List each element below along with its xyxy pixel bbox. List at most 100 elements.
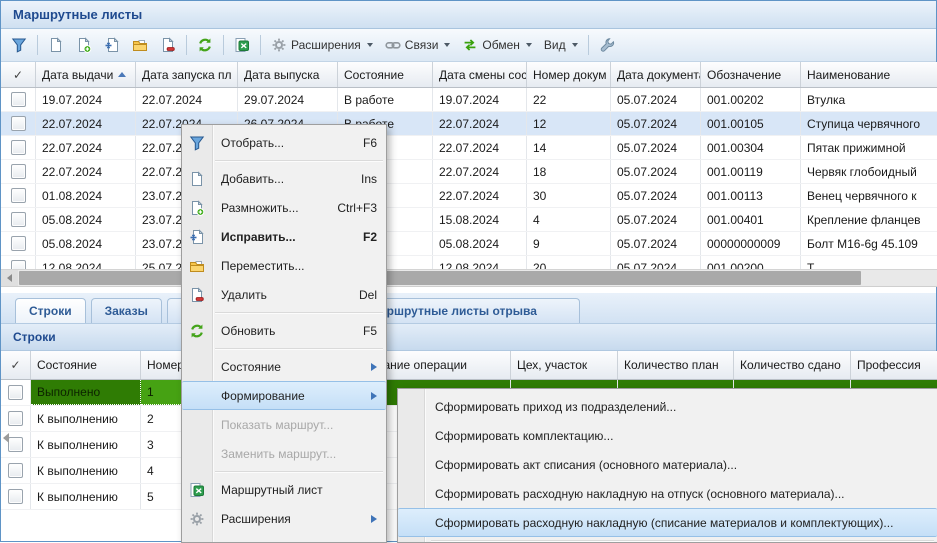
table-row[interactable]: 05.08.202423.07.202415.08.2024405.07.202… (1, 208, 937, 232)
column-header[interactable]: Профессия (851, 351, 937, 379)
column-header[interactable]: Номер докум (527, 62, 611, 87)
row-checkbox-cell[interactable] (1, 380, 31, 405)
row-checkbox[interactable] (11, 236, 26, 251)
menu-item-расширения[interactable]: Расширения (182, 504, 386, 533)
row-checkbox-cell[interactable] (1, 112, 36, 135)
tab-2[interactable]: Заказы (91, 298, 162, 323)
table-row[interactable]: 22.07.202422.07.202426.07.2024В работе22… (1, 112, 937, 136)
row-checkbox[interactable] (11, 212, 26, 227)
row-checkbox[interactable] (8, 385, 23, 400)
row-checkbox[interactable] (11, 92, 26, 107)
row-checkbox-cell[interactable] (1, 160, 36, 183)
column-header[interactable]: Дата выдачи (36, 62, 136, 87)
toolbar-button-delete-doc[interactable] (155, 34, 181, 56)
toolbar-button-вид[interactable]: Вид (539, 35, 583, 55)
menu-separator (215, 471, 383, 472)
state-cell: К выполнению (31, 484, 141, 509)
formirovanie-submenu: Сформировать приход из подразделений...С… (397, 388, 937, 543)
tab-4[interactable]: Маршрутные листы отрыва (356, 298, 580, 323)
row-checkbox-cell[interactable] (1, 256, 36, 269)
menu-item-маршрутный-лист[interactable]: Маршрутный лист (182, 475, 386, 504)
toolbar-button-edit-doc[interactable] (99, 34, 125, 56)
submenu-item[interactable]: Сформировать расходную накладную (списан… (398, 508, 937, 537)
row-checkbox-cell[interactable] (1, 232, 36, 255)
column-header[interactable]: Дата выпуска (238, 62, 338, 87)
menu-item-переместить[interactable]: Переместить... (182, 251, 386, 280)
table-cell: 12 (527, 112, 611, 135)
column-header[interactable]: Дата запуска пл (136, 62, 238, 87)
row-checkbox[interactable] (11, 116, 26, 131)
column-header[interactable]: Обозначение (701, 62, 801, 87)
scroll-left-arrow[interactable] (3, 433, 9, 443)
row-checkbox-cell[interactable] (1, 184, 36, 207)
column-header[interactable]: Цех, участок (511, 351, 618, 379)
column-header[interactable]: Состояние (338, 62, 433, 87)
column-header[interactable]: Дата документа (611, 62, 701, 87)
menu-item-обновить[interactable]: ОбновитьF5 (182, 316, 386, 345)
table-cell: 18 (527, 160, 611, 183)
menu-item-отобрать[interactable]: Отобрать...F6 (182, 128, 386, 157)
row-checkbox-cell[interactable] (1, 406, 31, 431)
scrollbar-thumb[interactable] (19, 271, 861, 285)
row-checkbox[interactable] (11, 164, 26, 179)
table-row[interactable]: 01.08.202423.07.202422.07.20243005.07.20… (1, 184, 937, 208)
submenu-item[interactable]: Сформировать расходную накладную на отпу… (398, 479, 937, 508)
table-cell: Пятак прижимной (801, 136, 937, 159)
toolbar-button-обмен[interactable]: Обмен (457, 34, 537, 56)
row-checkbox[interactable] (8, 437, 23, 452)
column-header[interactable]: ✓ (1, 351, 31, 379)
row-checkbox[interactable] (8, 411, 23, 426)
row-checkbox[interactable] (8, 489, 23, 504)
row-checkbox-cell[interactable] (1, 136, 36, 159)
table-cell: 05.07.2024 (611, 256, 701, 269)
table-cell: 05.08.2024 (36, 208, 136, 231)
column-header[interactable]: Количество сдано (734, 351, 851, 379)
tab-label: Заказы (105, 304, 148, 318)
excel-icon (234, 37, 250, 53)
toolbar-button-связи[interactable]: Связи (380, 34, 456, 56)
table-row[interactable]: 12.08.202425.07.202412.08.20242005.07.20… (1, 256, 937, 269)
column-header[interactable]: ✓ (1, 62, 36, 87)
toolbar-button-расширения[interactable]: Расширения (266, 34, 378, 56)
table-row[interactable]: 05.08.202423.07.202405.08.2024905.07.202… (1, 232, 937, 256)
menu-item-размножить[interactable]: Размножить...Ctrl+F3 (182, 193, 386, 222)
toolbar-button-filter[interactable] (6, 34, 32, 56)
menu-item-удалить[interactable]: УдалитьDel (182, 280, 386, 309)
column-header[interactable]: Дата смены сос (433, 62, 527, 87)
row-checkbox[interactable] (8, 463, 23, 478)
table-row[interactable]: 22.07.202422.07.202422.07.20241405.07.20… (1, 136, 937, 160)
row-checkbox[interactable] (11, 188, 26, 203)
menu-item-состояние[interactable]: Состояние (182, 352, 386, 381)
toolbar-button-duplicate-doc[interactable] (71, 34, 97, 56)
row-checkbox[interactable] (11, 140, 26, 155)
menu-item-label: Обновить (221, 324, 275, 338)
toolbar-button-excel[interactable] (229, 34, 255, 56)
horizontal-scrollbar[interactable] (1, 269, 937, 287)
column-header[interactable]: Количество план (618, 351, 734, 379)
toolbar-button-wrench[interactable] (594, 34, 620, 56)
menu-item-добавить[interactable]: Добавить...Ins (182, 164, 386, 193)
submenu-item[interactable]: Сформировать приход из подразделений... (398, 392, 937, 421)
row-checkbox-cell[interactable] (1, 208, 36, 231)
row-checkbox-cell[interactable] (1, 484, 31, 509)
toolbar-button-refresh[interactable] (192, 34, 218, 56)
row-checkbox[interactable] (11, 260, 26, 269)
tab-1[interactable]: Строки (15, 298, 86, 323)
row-checkbox-cell[interactable] (1, 458, 31, 483)
menu-separator (431, 540, 934, 541)
chevron-down-icon (572, 43, 578, 47)
menu-item-исправить[interactable]: Исправить...F2 (182, 222, 386, 251)
menu-item-формирование[interactable]: Формирование (182, 381, 386, 410)
toolbar-separator (37, 35, 38, 55)
toolbar-separator (588, 35, 589, 55)
toolbar-button-new-doc[interactable] (43, 34, 69, 56)
column-header[interactable]: Наименование (801, 62, 937, 87)
table-row[interactable]: 19.07.202422.07.202429.07.2024В работе19… (1, 88, 937, 112)
submenu-item[interactable]: Сформировать акт списания (основного мат… (398, 450, 937, 479)
row-checkbox-cell[interactable] (1, 88, 36, 111)
table-row[interactable]: 22.07.202422.07.202422.07.20241805.07.20… (1, 160, 937, 184)
scrollbar-left-button[interactable] (1, 270, 18, 286)
column-header[interactable]: Состояние (31, 351, 141, 379)
submenu-item[interactable]: Сформировать комплектацию... (398, 421, 937, 450)
toolbar-button-move-folder[interactable] (127, 34, 153, 56)
